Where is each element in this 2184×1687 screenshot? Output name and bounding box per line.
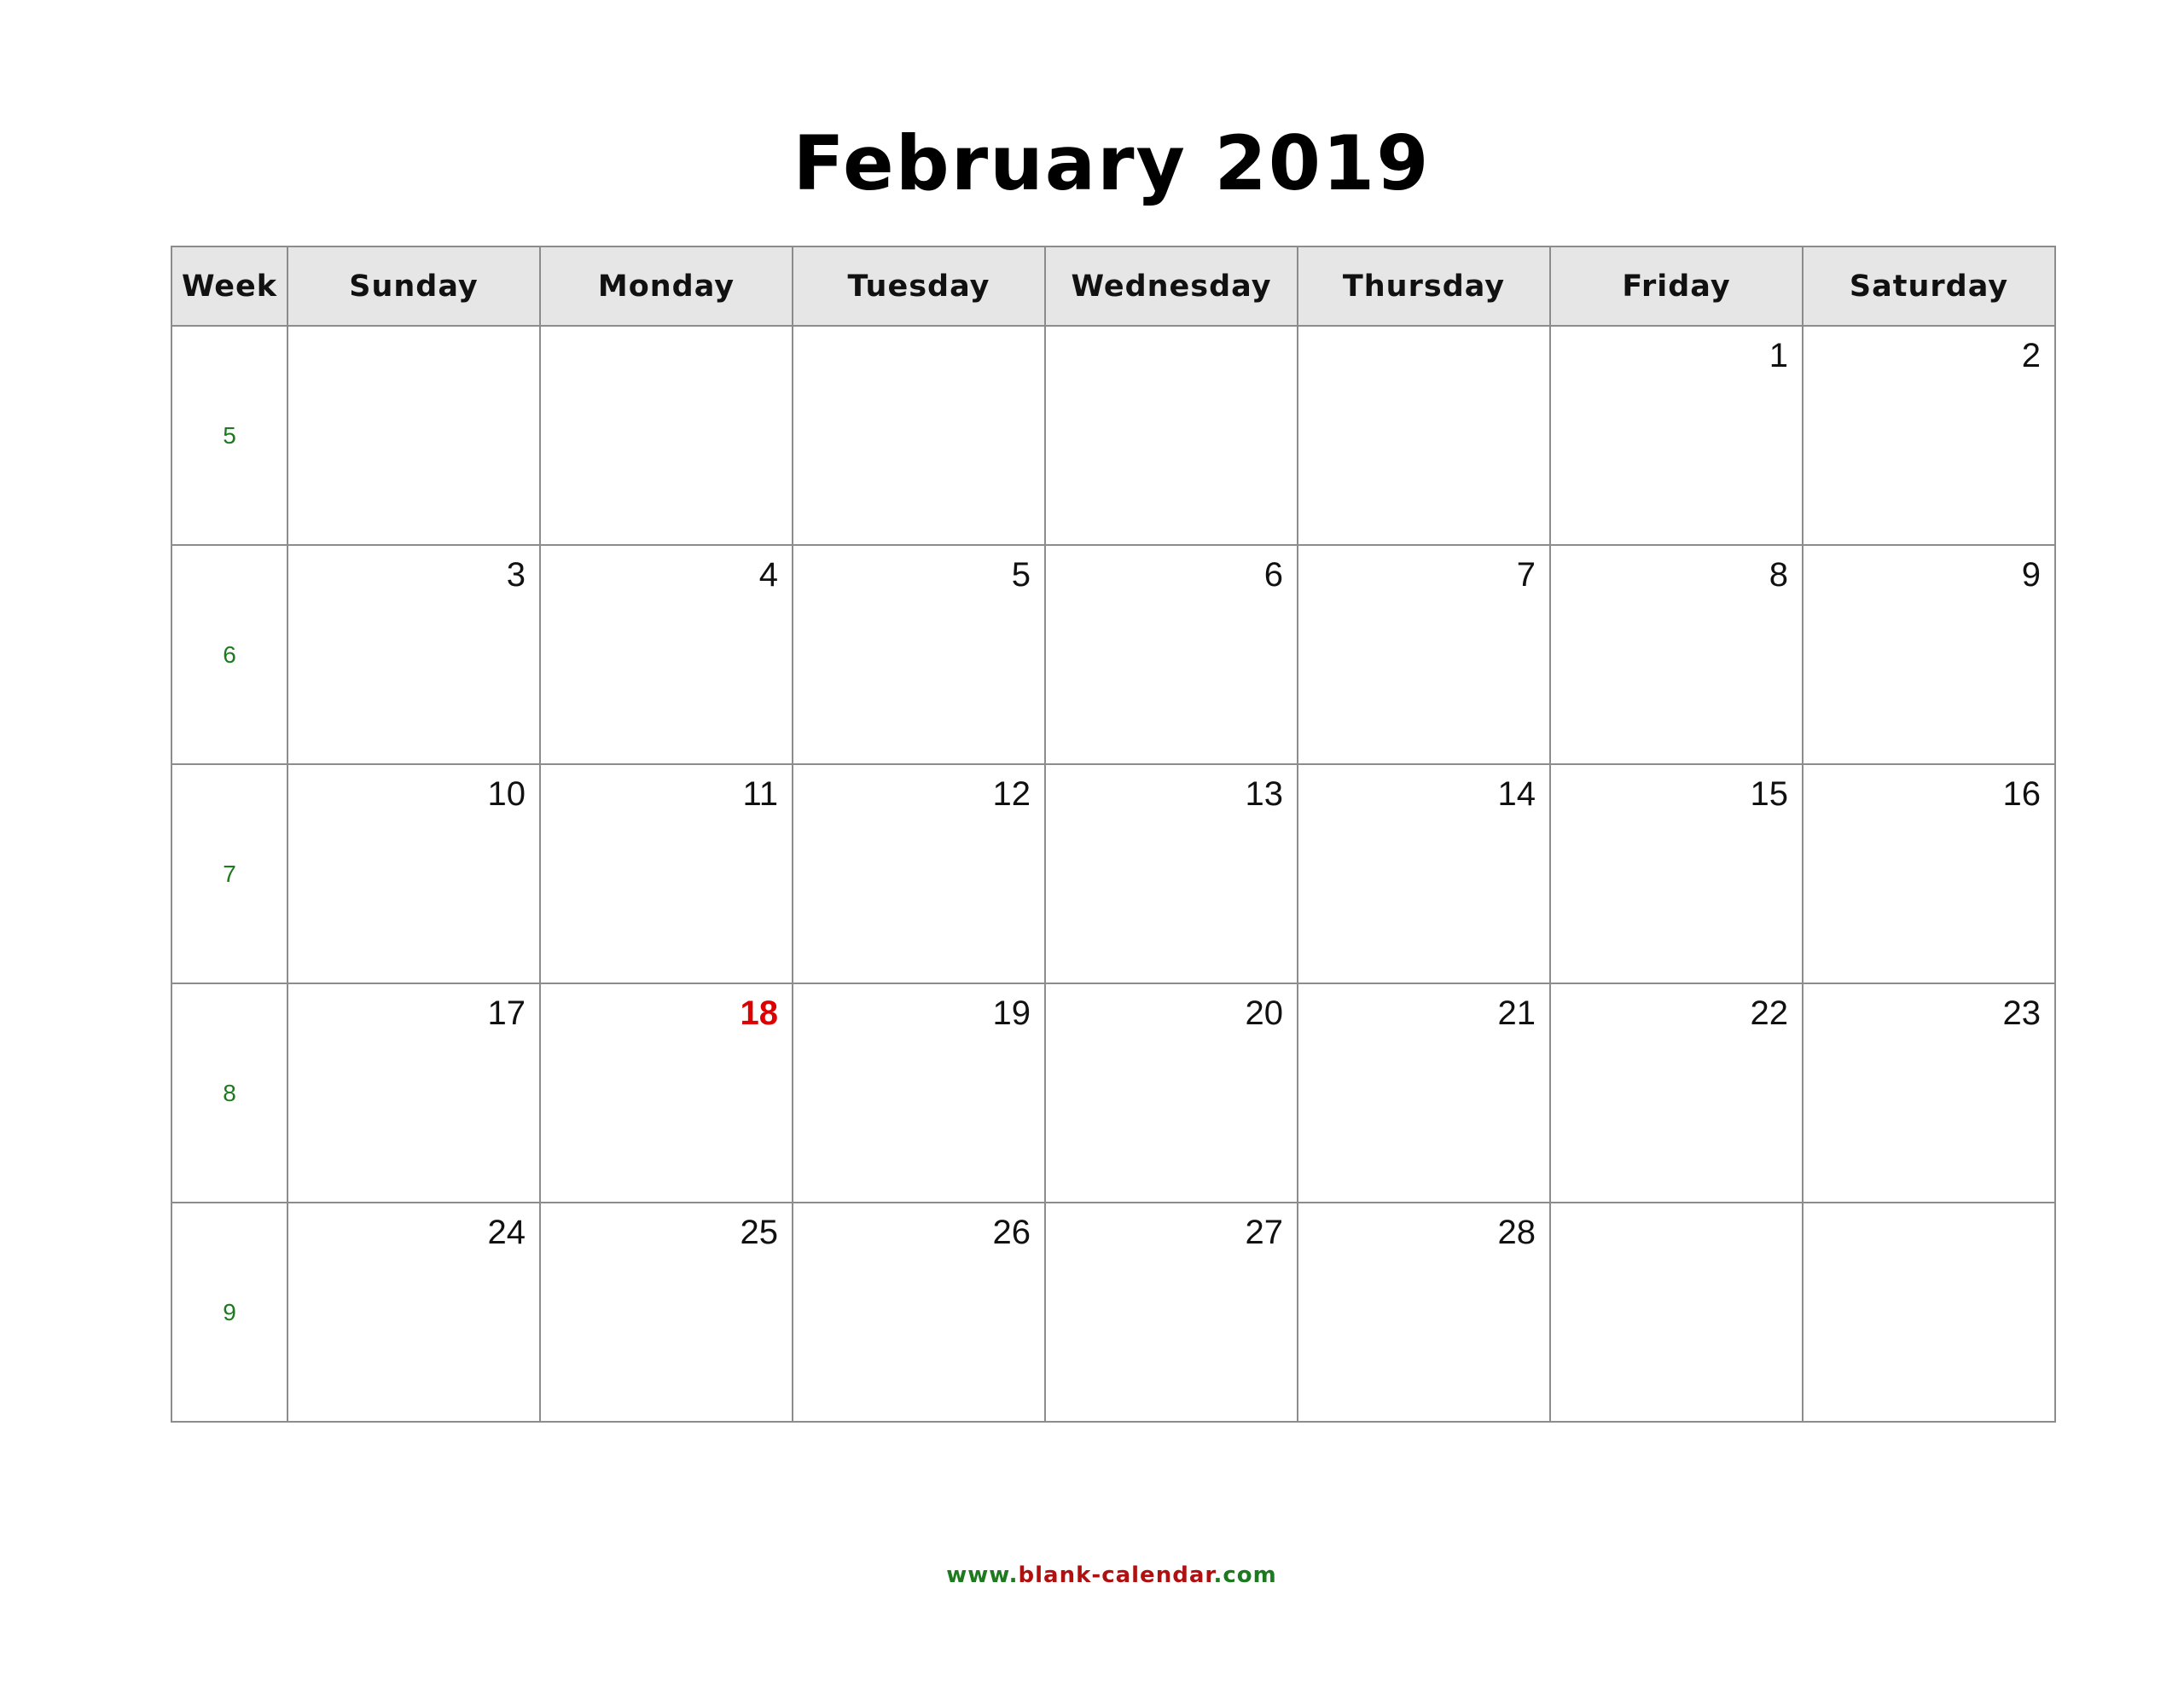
date-number: 9 <box>2021 556 2041 594</box>
day-cell[interactable]: 1 <box>1549 325 1804 546</box>
day-cell[interactable]: 27 <box>1044 1202 1298 1423</box>
day-cell[interactable]: 7 <box>1297 544 1551 765</box>
date-number: 23 <box>2002 994 2042 1032</box>
day-cell[interactable]: 13 <box>1044 763 1298 984</box>
empty-day-cell[interactable] <box>539 325 793 546</box>
header-thursday: Thursday <box>1297 246 1551 327</box>
date-number: 21 <box>1497 994 1536 1032</box>
day-cell[interactable]: 22 <box>1549 983 1804 1203</box>
empty-day-cell[interactable] <box>792 325 1046 546</box>
date-number: 25 <box>740 1214 779 1251</box>
header-tuesday: Tuesday <box>792 246 1046 327</box>
day-cell[interactable]: 24 <box>287 1202 541 1423</box>
week-row: 6 3 4 5 6 7 8 9 <box>171 544 2056 765</box>
day-cell[interactable]: 10 <box>287 763 541 984</box>
day-cell[interactable]: 25 <box>539 1202 793 1423</box>
empty-day-cell[interactable] <box>1297 325 1551 546</box>
date-number: 3 <box>506 556 526 594</box>
calendar-title: February 2019 <box>793 119 1431 207</box>
date-number: 22 <box>1750 994 1789 1032</box>
day-cell[interactable]: 28 <box>1297 1202 1551 1423</box>
date-number: 4 <box>758 556 778 594</box>
date-number: 13 <box>1245 775 1284 813</box>
date-number: 14 <box>1497 775 1536 813</box>
date-number: 10 <box>487 775 526 813</box>
date-number: 28 <box>1497 1214 1536 1251</box>
date-number: 5 <box>1011 556 1031 594</box>
date-number: 8 <box>1769 556 1788 594</box>
week-number: 5 <box>171 325 288 546</box>
date-number: 15 <box>1750 775 1789 813</box>
day-cell[interactable]: 8 <box>1549 544 1804 765</box>
week-row: 8 17 18 19 20 21 22 23 <box>171 983 2056 1203</box>
header-wednesday: Wednesday <box>1044 246 1298 327</box>
footer-website[interactable]: www.blank-calendar.com <box>0 1562 2184 1588</box>
day-cell[interactable]: 6 <box>1044 544 1298 765</box>
footer-suffix: .com <box>1213 1562 1277 1588</box>
empty-day-cell[interactable] <box>1802 1202 2056 1423</box>
day-cell[interactable]: 18 <box>539 983 793 1203</box>
header-friday: Friday <box>1549 246 1804 327</box>
date-number: 27 <box>1245 1214 1284 1251</box>
date-number: 19 <box>992 994 1031 1032</box>
week-number: 9 <box>171 1202 288 1423</box>
header-row: Week Sunday Monday Tuesday Wednesday Thu… <box>171 246 2056 327</box>
empty-day-cell[interactable] <box>1549 1202 1804 1423</box>
date-number: 6 <box>1263 556 1283 594</box>
day-cell[interactable]: 2 <box>1802 325 2056 546</box>
day-cell[interactable]: 17 <box>287 983 541 1203</box>
day-cell[interactable]: 20 <box>1044 983 1298 1203</box>
day-cell[interactable]: 21 <box>1297 983 1551 1203</box>
day-cell[interactable]: 14 <box>1297 763 1551 984</box>
date-number: 16 <box>2002 775 2042 813</box>
header-sunday: Sunday <box>287 246 541 327</box>
empty-day-cell[interactable] <box>287 325 541 546</box>
week-row: 7 10 11 12 13 14 15 16 <box>171 763 2056 984</box>
day-cell[interactable]: 9 <box>1802 544 2056 765</box>
calendar-grid: Week Sunday Monday Tuesday Wednesday Thu… <box>171 246 2056 1423</box>
header-saturday: Saturday <box>1802 246 2056 327</box>
date-number: 2 <box>2021 337 2041 374</box>
header-monday: Monday <box>539 246 793 327</box>
day-cell[interactable]: 12 <box>792 763 1046 984</box>
day-cell[interactable]: 23 <box>1802 983 2056 1203</box>
date-number: 7 <box>1516 556 1536 594</box>
day-cell[interactable]: 15 <box>1549 763 1804 984</box>
date-number: 26 <box>992 1214 1031 1251</box>
date-number: 20 <box>1245 994 1284 1032</box>
week-row: 9 24 25 26 27 28 <box>171 1202 2056 1423</box>
holiday-date-number: 18 <box>740 994 779 1032</box>
day-cell[interactable]: 16 <box>1802 763 2056 984</box>
day-cell[interactable]: 4 <box>539 544 793 765</box>
day-cell[interactable]: 19 <box>792 983 1046 1203</box>
week-number: 7 <box>171 763 288 984</box>
week-number: 8 <box>171 983 288 1203</box>
header-week: Week <box>171 246 288 327</box>
date-number: 11 <box>742 775 778 813</box>
week-row: 5 1 2 <box>171 325 2056 546</box>
date-number: 12 <box>992 775 1031 813</box>
date-number: 1 <box>1769 337 1788 374</box>
empty-day-cell[interactable] <box>1044 325 1298 546</box>
day-cell[interactable]: 3 <box>287 544 541 765</box>
footer-site: blank-calendar <box>1018 1562 1214 1588</box>
date-number: 17 <box>487 994 526 1032</box>
footer-prefix: www. <box>946 1562 1019 1588</box>
day-cell[interactable]: 26 <box>792 1202 1046 1423</box>
week-number: 6 <box>171 544 288 765</box>
day-cell[interactable]: 11 <box>539 763 793 984</box>
day-cell[interactable]: 5 <box>792 544 1046 765</box>
date-number: 24 <box>487 1214 526 1251</box>
